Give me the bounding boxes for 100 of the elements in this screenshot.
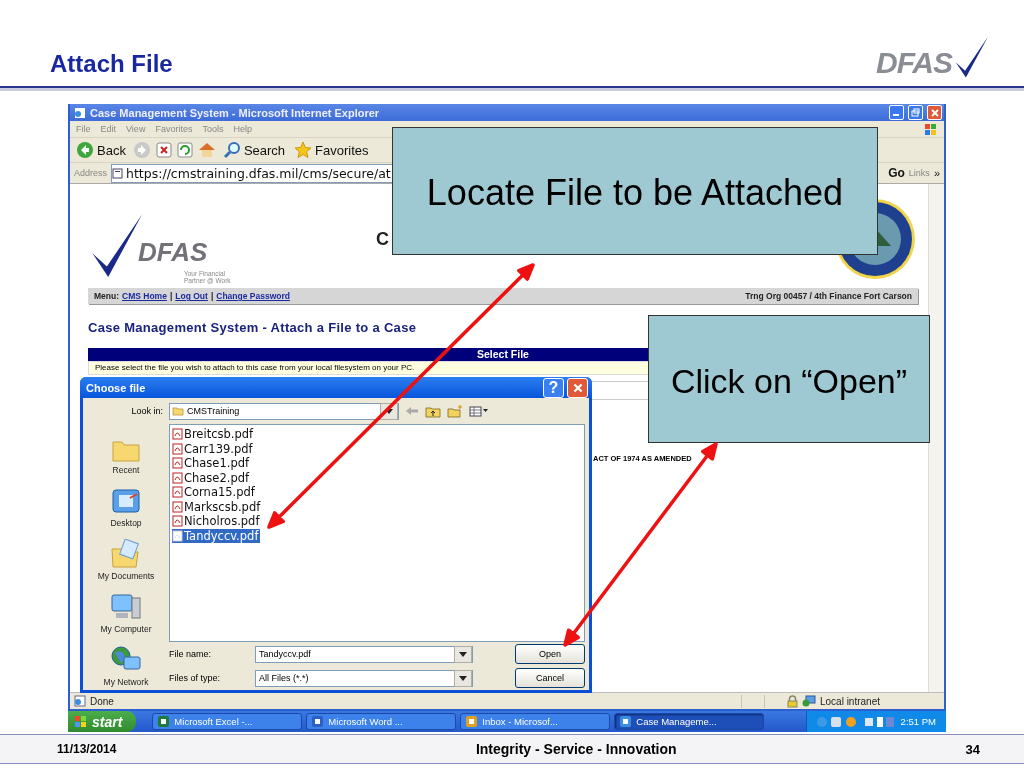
separator: | <box>169 291 173 301</box>
pdf-entry[interactable]: Chase1.pdf <box>172 456 252 471</box>
look-in-dropdown[interactable]: CMSTraining <box>169 402 399 420</box>
file-name-label: File name: <box>169 649 213 659</box>
app-icon <box>619 715 633 728</box>
menu-link[interactable]: CMS Home <box>122 291 167 301</box>
toolbar-button[interactable]: Search <box>220 141 288 159</box>
app-icon <box>157 715 171 728</box>
toolbar-button[interactable]: Favorites <box>292 141 371 159</box>
lock-icon <box>786 694 798 708</box>
close-button[interactable] <box>567 377 588 398</box>
network-icon <box>801 695 816 707</box>
status-text: Done <box>90 695 114 707</box>
pdf-icon <box>172 515 183 528</box>
minimize-button[interactable] <box>889 105 904 120</box>
logo-text: DFAS <box>876 46 952 80</box>
taskbar-button[interactable]: Inbox - Microsof... <box>460 713 611 730</box>
menu-link[interactable]: Log Out <box>175 291 208 301</box>
logo-text: DFAS <box>138 237 208 268</box>
separator: | <box>210 291 214 301</box>
windows-flag-icon <box>924 122 938 136</box>
app-icon <box>465 715 479 728</box>
slide-date: 11/13/2014 <box>57 742 118 756</box>
view-menu-icon[interactable] <box>469 405 489 417</box>
slide-footer: Integrity - Service - Innovation <box>357 741 966 757</box>
look-in-label: Look in: <box>130 406 163 416</box>
dialog-title: Choose file <box>86 381 147 394</box>
close-icon <box>571 381 584 394</box>
star-icon <box>294 141 313 159</box>
scrollbar[interactable] <box>928 184 944 692</box>
documents-folder-icon <box>110 539 142 569</box>
dropdown-caret-icon <box>459 675 467 681</box>
zone-label: Local intranet <box>819 695 880 707</box>
pdf-icon <box>172 500 183 513</box>
pdf-icon <box>172 486 183 499</box>
start-button[interactable]: start <box>68 711 137 732</box>
file-name-field[interactable]: Tandyccv.pdf <box>255 645 473 663</box>
dropdown-caret-icon <box>459 651 467 657</box>
menu-label: Menu: <box>94 291 120 301</box>
pdf-entry[interactable]: Carr139.pdf <box>172 441 255 456</box>
pdf-icon <box>172 442 183 455</box>
back-icon <box>76 141 94 159</box>
page-heading: Case Management System - Attach a File to a Case <box>88 320 418 335</box>
new-folder-icon[interactable] <box>447 404 463 418</box>
folder-icon <box>172 406 184 416</box>
page-number: 34 <box>965 741 980 757</box>
more-links-button[interactable]: » <box>933 167 940 179</box>
search-icon <box>222 141 241 159</box>
pdf-entry[interactable]: Tandyccv.pdf <box>172 528 261 543</box>
checkmark-icon <box>954 36 988 80</box>
refresh-icon[interactable] <box>176 142 193 158</box>
back-icon[interactable] <box>405 405 419 417</box>
slide-title: Attach File <box>50 50 173 79</box>
file-type-dropdown[interactable]: All Files (*.*) <box>255 669 473 687</box>
menu-link[interactable]: Change Password <box>216 291 290 301</box>
pdf-entry[interactable]: Corna15.pdf <box>172 485 257 500</box>
home-icon[interactable] <box>197 142 216 158</box>
pdf-icon <box>172 457 183 470</box>
places-item[interactable]: My Network <box>84 638 168 687</box>
page-icon <box>112 167 124 179</box>
open-button[interactable]: Open <box>515 644 585 664</box>
app-icon <box>311 715 325 728</box>
pdf-icon <box>172 428 183 441</box>
places-item[interactable]: Desktop <box>84 479 168 528</box>
windows-flag-icon <box>74 715 88 728</box>
tray-icons-drawing[interactable] <box>814 714 895 729</box>
close-icon <box>929 107 940 118</box>
address-label: Address <box>74 168 108 178</box>
toolbar-button[interactable]: Back <box>74 141 128 159</box>
organization-label: Trng Org 00457 / 4th Finance Fort Carson <box>745 291 912 301</box>
taskbar-button[interactable]: Microsoft Word ... <box>306 713 457 730</box>
maximize-button[interactable] <box>908 105 923 120</box>
help-button[interactable]: ? <box>543 377 564 398</box>
desktop-icon <box>110 488 142 516</box>
pdf-icon <box>172 471 183 484</box>
page-icon <box>74 695 86 707</box>
stop-icon[interactable] <box>155 142 172 158</box>
places-item[interactable]: Recent <box>84 426 168 475</box>
window-title: Case Management System - Microsoft Internet Explorer <box>90 106 381 119</box>
go-button[interactable]: Go <box>888 166 905 180</box>
places-item[interactable]: My Documents <box>84 532 168 581</box>
maximize-icon <box>911 108 920 117</box>
pdf-entry[interactable]: Nicholros.pdf <box>172 514 262 529</box>
taskbar-button[interactable]: Microsoft Excel -... <box>152 713 303 730</box>
file-type-label: Files of type: <box>169 673 222 683</box>
computer-icon <box>110 592 142 622</box>
places-item[interactable]: My Computer <box>84 585 168 634</box>
taskbar-button[interactable]: Case Manageme... <box>614 713 765 730</box>
site-title: C <box>376 228 389 250</box>
up-folder-icon[interactable] <box>425 404 441 418</box>
page-icon <box>74 106 86 119</box>
close-button[interactable] <box>927 105 942 120</box>
clock: 2:51 PM <box>900 716 936 727</box>
pdf-entry[interactable]: Chase2.pdf <box>172 470 252 485</box>
callout-tooltip: Locate File to be Attached <box>392 127 878 255</box>
callout-tooltip: Click on “Open” <box>648 315 930 443</box>
pdf-icon <box>172 529 183 542</box>
pdf-entry[interactable]: Markscsb.pdf <box>172 499 263 514</box>
pdf-entry[interactable]: Breitcsb.pdf <box>172 427 256 442</box>
cancel-button[interactable]: Cancel <box>515 668 585 688</box>
